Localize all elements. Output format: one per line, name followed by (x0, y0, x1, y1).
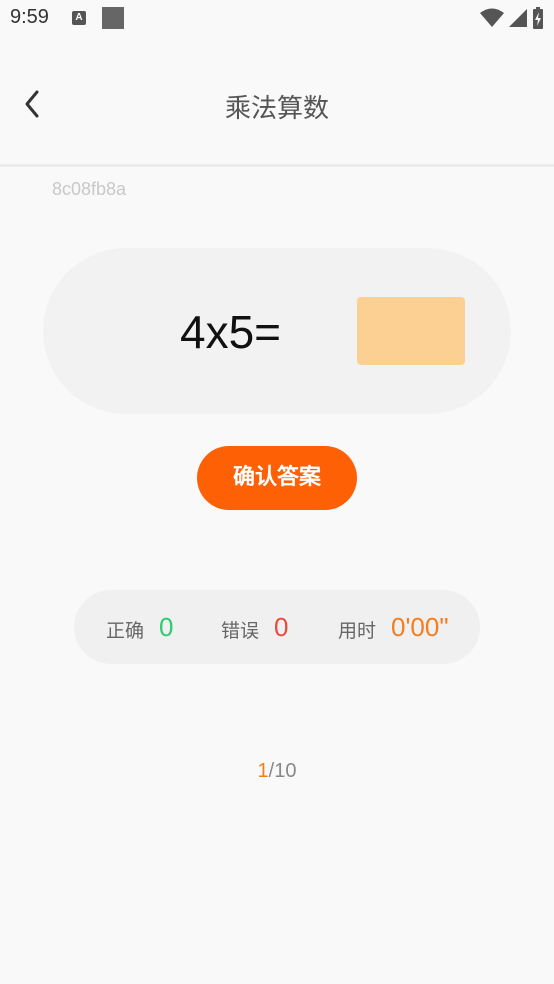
signal-icon (509, 9, 527, 27)
correct-count: 0 (159, 612, 174, 642)
page-title: 乘法算数 (224, 94, 329, 124)
question-code: 8c08fb8a (52, 179, 127, 199)
status-bar: 9:59 A (0, 0, 554, 36)
wrong-label: 错误 (221, 620, 260, 642)
time-label: 用时 (338, 620, 377, 642)
progress-current: 1 (257, 760, 269, 782)
battery-charging-icon (533, 7, 543, 29)
status-icons (480, 7, 544, 29)
correct-label: 正确 (106, 620, 145, 642)
question-progress: 1/10 (0, 760, 554, 783)
a-notification-icon: A (72, 11, 86, 25)
time-elapsed: 0'00" (391, 612, 449, 642)
status-time: 9:59 (10, 6, 49, 28)
confirm-answer-button[interactable]: 确认答案 (197, 446, 357, 510)
answer-input[interactable] (357, 297, 465, 365)
square-notification-icon (102, 7, 124, 29)
question-expression: 4x5= (180, 306, 282, 358)
progress-total: 10 (274, 760, 297, 782)
wifi-icon (480, 8, 504, 27)
wrong-count: 0 (274, 612, 289, 642)
